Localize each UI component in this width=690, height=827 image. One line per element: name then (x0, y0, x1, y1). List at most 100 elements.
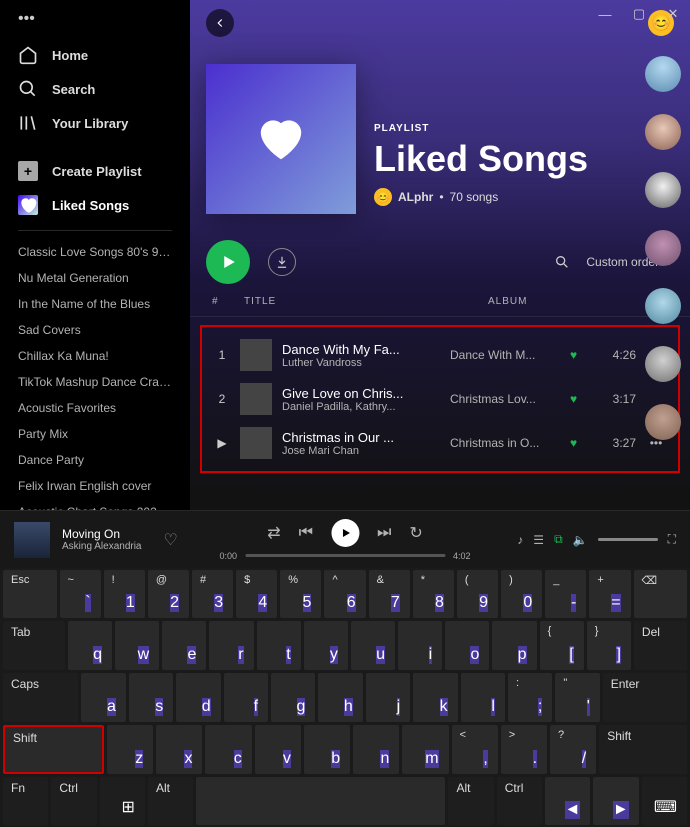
key-s[interactable]: s (129, 673, 173, 722)
key-x[interactable]: x (156, 725, 202, 774)
key-alt[interactable]: Alt (448, 777, 493, 826)
playlist-item[interactable]: Acoustic Chart Songs 2021 ... (18, 499, 172, 510)
volume-icon[interactable]: 🔈 (573, 533, 588, 547)
friend-avatar[interactable] (645, 172, 681, 208)
prev-button[interactable]: ⏮ (299, 524, 313, 542)
key-4[interactable]: $4 (236, 570, 277, 619)
key-⌫[interactable]: ⌫ (634, 570, 688, 619)
key-k[interactable]: k (413, 673, 457, 722)
key-t[interactable]: t (257, 621, 301, 670)
track-row[interactable]: 2 Give Love on Chris... Daniel Padilla, … (204, 377, 676, 421)
playlist-item[interactable]: TikTok Mashup Dance Craze... (18, 369, 172, 395)
download-button[interactable] (268, 248, 296, 276)
window-close[interactable]: ✕ (656, 0, 690, 28)
now-playing-artist[interactable]: Asking Alexandria (62, 541, 142, 552)
playlist-item[interactable]: Sad Covers (18, 317, 172, 343)
key-p[interactable]: p (492, 621, 536, 670)
lyrics-button[interactable]: ♪ (517, 533, 523, 547)
key-ctrl[interactable]: Ctrl (51, 777, 96, 826)
key-f[interactable]: f (224, 673, 268, 722)
key-q[interactable]: q (68, 621, 112, 670)
key-w[interactable]: w (115, 621, 159, 670)
track-row[interactable]: 1 Dance With My Fa... Luther Vandross Da… (204, 333, 676, 377)
key-kb[interactable]: ⌨ (642, 777, 687, 826)
key-h[interactable]: h (318, 673, 362, 722)
key-enter[interactable]: Enter (603, 673, 687, 722)
repeat-button[interactable]: ↻ (409, 523, 422, 543)
key-.[interactable]: >. (501, 725, 547, 774)
key-z[interactable]: z (107, 725, 153, 774)
key-◄[interactable]: ◄ (545, 777, 590, 826)
friend-avatar[interactable] (645, 114, 681, 150)
next-button[interactable]: ⏭ (377, 524, 391, 542)
key-b[interactable]: b (304, 725, 350, 774)
key-2[interactable]: @2 (148, 570, 189, 619)
key-=[interactable]: += (589, 570, 630, 619)
key-1[interactable]: !1 (104, 570, 145, 619)
queue-button[interactable]: ☰ (533, 533, 544, 547)
key-j[interactable]: j (366, 673, 410, 722)
window-maximize[interactable]: ▢ (622, 0, 656, 28)
key-o[interactable]: o (445, 621, 489, 670)
key-n[interactable]: n (353, 725, 399, 774)
playlist-item[interactable]: In the Name of the Blues (18, 291, 172, 317)
playlist-item[interactable]: Dance Party (18, 447, 172, 473)
key-'[interactable]: "' (555, 673, 599, 722)
liked-icon[interactable]: ♥ (570, 392, 590, 406)
key-7[interactable]: &7 (369, 570, 410, 619)
playlist-item[interactable]: Classic Love Songs 80's 90's (18, 239, 172, 265)
volume-slider[interactable] (598, 538, 658, 541)
key-v[interactable]: v (255, 725, 301, 774)
key-y[interactable]: y (304, 621, 348, 670)
key-;[interactable]: :; (508, 673, 552, 722)
friend-avatar[interactable] (645, 230, 681, 266)
nav-home[interactable]: Home (18, 38, 172, 72)
key-m[interactable]: m (402, 725, 448, 774)
key-►[interactable]: ► (593, 777, 638, 826)
playlist-item[interactable]: Felix Irwan English cover (18, 473, 172, 499)
window-minimize[interactable]: — (588, 0, 622, 28)
liked-songs-nav[interactable]: Liked Songs (18, 188, 172, 222)
owner-name[interactable]: ALphr (398, 190, 433, 204)
key-9[interactable]: (9 (457, 570, 498, 619)
key-8[interactable]: *8 (413, 570, 454, 619)
key-r[interactable]: r (209, 621, 253, 670)
key-i[interactable]: i (398, 621, 442, 670)
key-/[interactable]: ?/ (550, 725, 596, 774)
friend-avatar[interactable] (645, 346, 681, 382)
liked-icon[interactable]: ♥ (570, 436, 590, 450)
key-6[interactable]: ^6 (324, 570, 365, 619)
playlist-item[interactable]: Chillax Ka Muna! (18, 343, 172, 369)
key-][interactable]: }] (587, 621, 631, 670)
shuffle-button[interactable]: ⇄ (267, 523, 280, 543)
key-shift[interactable]: Shift (599, 725, 687, 774)
liked-icon[interactable]: ♥ (570, 348, 590, 362)
back-button[interactable] (206, 9, 234, 37)
search-tracks-icon[interactable] (554, 254, 570, 270)
key-`[interactable]: ~` (60, 570, 101, 619)
key-win[interactable]: ⊞ (100, 777, 145, 826)
progress-bar[interactable] (245, 554, 445, 557)
friend-avatar[interactable] (645, 56, 681, 92)
nav-library[interactable]: Your Library (18, 106, 172, 140)
create-playlist-button[interactable]: + Create Playlist (18, 154, 172, 188)
key-shift[interactable]: Shift (3, 725, 104, 774)
key-c[interactable]: c (205, 725, 251, 774)
key-ctrl[interactable]: Ctrl (497, 777, 542, 826)
friend-avatar[interactable] (645, 288, 681, 324)
key-0[interactable]: )0 (501, 570, 542, 619)
key-caps[interactable]: Caps (3, 673, 78, 722)
playlist-item[interactable]: Acoustic Favorites (18, 395, 172, 421)
key-l[interactable]: l (461, 673, 505, 722)
playlist-item[interactable]: Party Mix (18, 421, 172, 447)
key-e[interactable]: e (162, 621, 206, 670)
fullscreen-button[interactable]: ⛶ (668, 532, 676, 547)
key-3[interactable]: #3 (192, 570, 233, 619)
like-button[interactable]: ♡ (164, 530, 178, 550)
key-del[interactable]: Del (634, 621, 687, 670)
key-u[interactable]: u (351, 621, 395, 670)
key-alt[interactable]: Alt (148, 777, 193, 826)
now-playing-title[interactable]: Moving On (62, 527, 142, 541)
key-5[interactable]: %5 (280, 570, 321, 619)
playlist-item[interactable]: Nu Metal Generation (18, 265, 172, 291)
